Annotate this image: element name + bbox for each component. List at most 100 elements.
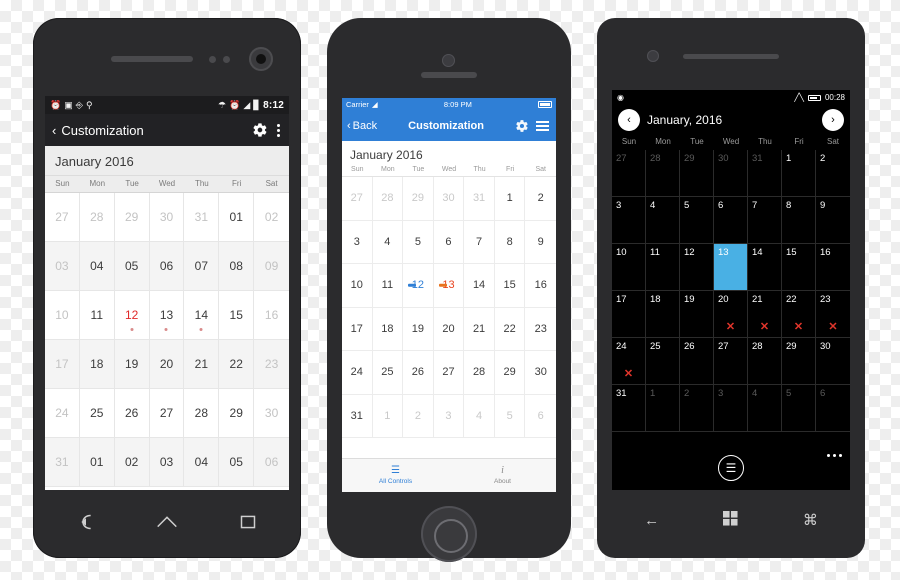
calendar-day-cell[interactable]: 05 <box>219 438 255 487</box>
calendar-day-cell[interactable]: 1 <box>494 177 526 221</box>
calendar-day-cell[interactable]: 27 <box>45 193 80 242</box>
calendar-day-cell[interactable]: 16 <box>525 264 556 308</box>
calendar-day-cell[interactable]: 08 <box>219 242 255 291</box>
calendar-day-cell[interactable]: 31 <box>342 394 373 438</box>
calendar-day-cell[interactable]: 7 <box>464 220 495 264</box>
calendar-grid[interactable]: 27 28 29 30 31 01 02 03 04 05 06 07 08 09 10 11 12 13 14 15… <box>45 193 289 487</box>
recents-icon[interactable] <box>235 511 261 533</box>
calendar-day-cell[interactable]: 02 <box>254 193 289 242</box>
calendar-day-cell[interactable]: 27 <box>433 351 465 395</box>
calendar-day-cell[interactable]: 29 <box>403 177 434 221</box>
calendar-day-cell[interactable]: 14 <box>184 291 220 340</box>
calendar-day-cell[interactable]: 24 <box>342 351 373 395</box>
calendar-day-cell[interactable]: 13 <box>714 244 748 291</box>
back-chevron-icon[interactable]: ‹ <box>52 123 56 138</box>
calendar-day-cell[interactable]: 26 <box>114 389 150 438</box>
calendar-day-cell[interactable]: 17 <box>45 340 80 389</box>
calendar-day-cell[interactable]: 31 <box>45 438 80 487</box>
back-arrow-icon[interactable]: ← <box>644 512 659 529</box>
calendar-day-cell[interactable]: 18 <box>646 291 680 338</box>
calendar-day-cell[interactable]: 8 <box>782 197 816 244</box>
calendar-day-cell[interactable]: 6 <box>816 385 850 432</box>
calendar-day-cell[interactable]: 27 <box>149 389 185 438</box>
calendar-day-cell[interactable]: 4 <box>464 394 495 438</box>
calendar-day-cell[interactable]: 27 <box>714 338 748 385</box>
calendar-day-cell[interactable]: 7 <box>748 197 782 244</box>
calendar-day-cell[interactable]: 6 <box>525 395 556 438</box>
search-icon[interactable]: ⌘ <box>803 511 818 529</box>
calendar-day-cell[interactable]: 03 <box>149 438 185 487</box>
calendar-day-cell[interactable]: 29 <box>782 338 816 385</box>
calendar-day-cell[interactable]: 2 <box>816 150 850 197</box>
calendar-day-cell[interactable]: 17 <box>342 307 373 351</box>
calendar-day-cell[interactable]: 22 <box>219 340 255 389</box>
calendar-day-cell[interactable]: 19 <box>114 340 150 389</box>
calendar-day-cell[interactable]: 25 <box>79 389 115 438</box>
calendar-day-cell[interactable]: 18 <box>372 307 404 351</box>
calendar-day-cell[interactable]: 11 <box>79 291 115 340</box>
calendar-day-cell[interactable]: 2 <box>680 385 714 432</box>
calendar-day-cell[interactable]: 05 <box>114 242 150 291</box>
calendar-day-cell[interactable]: 19 <box>680 291 714 338</box>
calendar-day-cell[interactable]: 04 <box>79 242 115 291</box>
calendar-day-cell[interactable]: 06 <box>254 438 289 487</box>
calendar-day-cell[interactable]: 23 <box>254 340 289 389</box>
calendar-day-cell[interactable]: 24 <box>45 389 80 438</box>
calendar-day-cell[interactable]: 30 <box>525 351 556 395</box>
calendar-day-cell[interactable]: 10 <box>612 244 646 291</box>
calendar-day-cell[interactable]: 22 ✕ <box>782 291 816 338</box>
calendar-day-cell[interactable]: 21 <box>184 340 220 389</box>
calendar-day-cell[interactable]: 21 ✕ <box>748 291 782 338</box>
calendar-day-cell[interactable]: 06 <box>149 242 185 291</box>
calendar-day-cell[interactable]: 10 <box>45 291 80 340</box>
calendar-day-cell[interactable]: 14 <box>748 244 782 291</box>
calendar-day-cell[interactable]: 31 <box>612 385 646 432</box>
gear-icon[interactable] <box>515 119 529 133</box>
calendar-day-cell[interactable]: 30 <box>714 150 748 197</box>
calendar-grid[interactable]: 27 28 29 30 31 1 2 3 4 5 6 7 8 9 10 11 12 13 14 15 16 17 18 19 2… <box>342 177 556 438</box>
calendar-day-cell[interactable]: 10 <box>342 264 373 308</box>
tab-about[interactable]: i About <box>449 459 556 492</box>
calendar-day-cell[interactable]: 5 <box>782 385 816 432</box>
calendar-day-cell[interactable]: 1 <box>782 150 816 197</box>
calendar-day-cell[interactable]: 01 <box>79 438 115 487</box>
calendar-day-cell[interactable]: 15 <box>782 244 816 291</box>
calendar-day-cell[interactable]: 01 <box>219 193 255 242</box>
calendar-day-cell[interactable]: 4 <box>748 385 782 432</box>
calendar-day-cell[interactable]: 16 <box>254 291 289 340</box>
calendar-day-cell[interactable]: 17 <box>612 291 646 338</box>
calendar-day-cell[interactable]: 4 <box>372 220 404 264</box>
calendar-day-cell[interactable]: 30 <box>149 193 185 242</box>
calendar-day-cell[interactable]: 4 <box>646 197 680 244</box>
calendar-day-cell[interactable]: 31 <box>464 177 495 221</box>
previous-month-button[interactable]: ‹ <box>618 109 640 131</box>
calendar-day-cell[interactable]: 3 <box>433 394 465 438</box>
calendar-day-cell[interactable]: 12 <box>114 291 150 340</box>
calendar-day-cell[interactable]: 12 <box>680 244 714 291</box>
calendar-day-cell[interactable]: 29 <box>680 150 714 197</box>
calendar-day-cell[interactable]: 29 <box>114 193 150 242</box>
windows-start-icon[interactable] <box>723 510 739 530</box>
calendar-day-cell[interactable]: 12 <box>403 264 434 308</box>
next-month-button[interactable]: › <box>822 109 844 131</box>
calendar-day-cell[interactable]: 6 <box>433 220 465 264</box>
calendar-day-cell[interactable]: 8 <box>494 220 526 264</box>
calendar-day-cell[interactable]: 2 <box>403 394 434 438</box>
calendar-day-cell[interactable]: 28 <box>646 150 680 197</box>
calendar-day-cell[interactable]: 14 <box>464 264 495 308</box>
calendar-day-cell[interactable]: 3 <box>342 220 373 264</box>
calendar-day-cell[interactable]: 28 <box>372 177 404 221</box>
calendar-day-cell[interactable]: 30 <box>433 177 465 221</box>
hamburger-menu-icon[interactable] <box>536 121 549 131</box>
calendar-day-cell[interactable]: 23 ✕ <box>816 291 850 338</box>
calendar-day-cell[interactable]: 20 <box>149 340 185 389</box>
calendar-day-cell[interactable]: 16 <box>816 244 850 291</box>
calendar-day-cell[interactable]: 24 ✕ <box>612 338 646 385</box>
calendar-day-cell[interactable]: 20 <box>433 307 465 351</box>
calendar-day-cell[interactable]: 3 <box>714 385 748 432</box>
calendar-day-cell[interactable]: 9 <box>525 221 556 264</box>
calendar-day-cell[interactable]: 27 <box>342 177 373 221</box>
list-icon[interactable]: ☰ <box>718 455 744 481</box>
tab-all-controls[interactable]: ☰ All Controls <box>342 459 449 492</box>
calendar-day-cell[interactable]: 21 <box>464 307 495 351</box>
